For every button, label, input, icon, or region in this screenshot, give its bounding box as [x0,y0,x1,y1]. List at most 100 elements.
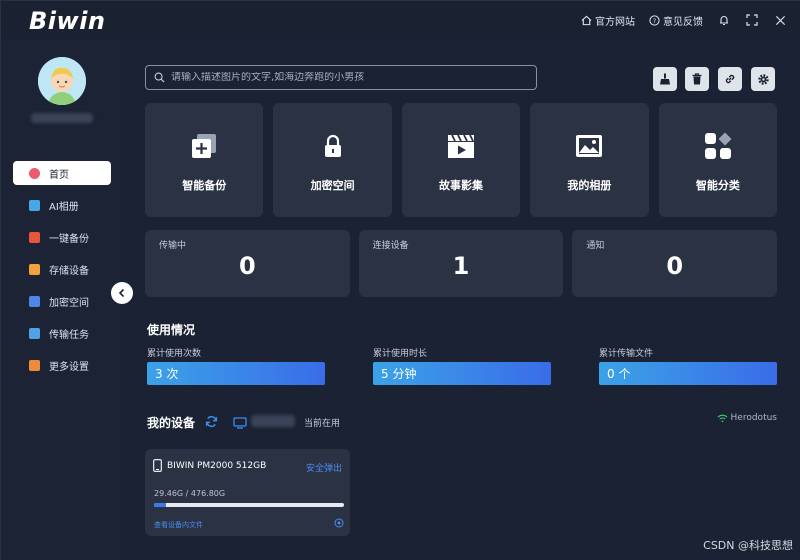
home-dot-icon [29,167,40,179]
stat-notifications[interactable]: 通知 0 [572,230,778,297]
phone-icon [153,459,162,472]
biwin-logo: Biwin [29,7,106,35]
settings-button[interactable] [751,67,775,91]
gear-icon [757,73,770,86]
chevron-left-icon [117,288,127,298]
device-name: BIWIN PM2000 512GB [167,461,267,471]
sidebar-item-backup[interactable]: 一键备份 [13,225,111,249]
clapperboard-icon [446,131,476,161]
svg-text:?: ? [653,16,656,24]
tile-label: 加密空间 [310,179,355,192]
refresh-button[interactable] [205,413,218,432]
image-icon [574,131,604,161]
category-icon [703,131,733,161]
search-icon [154,72,165,83]
username-blurred [31,113,93,123]
notification-button[interactable] [717,13,731,27]
collapse-sidebar-button[interactable] [111,282,133,304]
stat-transferring[interactable]: 传输中 0 [145,230,350,297]
usage-label: 累计使用次数 [147,349,202,359]
avatar[interactable] [38,57,86,105]
bell-icon [718,14,730,26]
usage-value: 3 次 [155,367,179,381]
stat-value: 0 [238,252,256,280]
trash-icon [691,73,703,85]
usage-title: 使用情况 [147,323,196,337]
broom-icon [659,73,671,85]
search-input[interactable] [171,72,521,83]
sidebar-item-label: 一键备份 [49,233,89,245]
usage-label: 累计使用时长 [373,349,428,359]
sidebar-item-label: 首页 [49,169,69,181]
feature-tiles: 智能备份 加密空间 故事影集 我的相册 智能分类 [145,103,778,217]
delete-button[interactable] [685,67,709,91]
sidebar-item-label: AI相册 [49,201,79,213]
stats-row: 传输中 0 连接设备 1 通知 0 [145,230,778,297]
title-bar: Biwin 官方网站 ? 意见反馈 [1,1,800,39]
brand-wifi: Herodotus [717,413,777,423]
ai-album-icon [29,199,40,211]
sidebar-item-encrypted[interactable]: 加密空间 [13,289,111,313]
sidebar-item-storage[interactable]: 存储设备 [13,257,111,281]
tile-label: 故事影集 [439,179,484,192]
watermark: CSDN @科技思想 [703,539,793,552]
view-files-link[interactable]: 查看设备内文件 [154,520,203,530]
tile-my-album[interactable]: 我的相册 [530,103,649,217]
close-button[interactable] [773,13,787,27]
search-box[interactable] [145,65,537,90]
settings-icon [29,359,40,371]
usage-bar: 3 次 [147,362,325,385]
sidebar-item-settings[interactable]: 更多设置 [13,353,111,377]
sidebar-nav: 首页 AI相册 一键备份 存储设备 加密空间 传输任务 更多设置 [13,161,111,385]
close-icon [775,15,786,26]
link-icon [724,73,736,85]
capacity-bar [154,503,344,507]
tile-story-album[interactable]: 故事影集 [401,103,521,217]
stat-connected-devices[interactable]: 连接设备 1 [358,230,564,297]
link-button[interactable] [718,67,742,91]
tile-smart-category[interactable]: 智能分类 [658,103,778,217]
tile-smart-backup[interactable]: 智能备份 [145,103,264,217]
official-site-link[interactable]: 官方网站 [581,13,635,28]
feedback-label: 意见反馈 [663,16,703,28]
tile-encrypted-space[interactable]: 加密空间 [273,103,392,217]
feedback-link[interactable]: ? 意见反馈 [649,13,703,28]
clean-button[interactable] [653,67,677,91]
official-site-label: 官方网站 [595,16,635,28]
home-icon [581,15,592,26]
sidebar-item-label: 存储设备 [49,265,89,277]
device-card[interactable]: BIWIN PM2000 512GB 安全弹出 29.46G / 476.80G… [145,449,350,536]
computer-icon [233,414,247,433]
devices-title: 我的设备 [147,416,196,430]
safe-eject-link[interactable]: 安全弹出 [306,461,342,474]
fullscreen-button[interactable] [745,13,759,27]
main-content: 智能备份 加密空间 故事影集 我的相册 [123,39,800,560]
help-circle-icon: ? [649,14,660,26]
app-window: Biwin 官方网站 ? 意见反馈 首页 AI相册 一键备份 存储设备 加密空间… [0,0,800,560]
stat-label: 通知 [586,241,605,251]
sidebar-item-home[interactable]: 首页 [13,161,111,185]
stat-label: 传输中 [159,241,187,251]
backup-icon [29,231,40,243]
tile-label: 智能分类 [695,179,740,192]
brand-label: Herodotus [730,413,777,423]
folder-lock-icon [29,295,40,307]
tile-label: 我的相册 [567,179,612,192]
usage-value: 0 个 [607,367,631,381]
sidebar-item-transfer[interactable]: 传输任务 [13,321,111,345]
lock-icon [318,131,348,161]
capacity-bar-fill [154,503,166,507]
stat-value: 1 [452,252,470,280]
computer-name-blurred [251,415,295,427]
sidebar-item-ai-album[interactable]: AI相册 [13,193,111,217]
fullscreen-icon [746,14,758,26]
sidebar-item-label: 更多设置 [49,361,89,373]
sidebar: 首页 AI相册 一键备份 存储设备 加密空间 传输任务 更多设置 [1,39,123,560]
stat-value: 0 [666,252,684,280]
tile-label: 智能备份 [182,179,227,192]
storage-icon [29,263,40,275]
view-files-icon[interactable] [334,518,344,528]
stat-label: 连接设备 [372,241,409,251]
transfer-icon [29,327,40,339]
usage-bar: 0 个 [599,362,777,385]
